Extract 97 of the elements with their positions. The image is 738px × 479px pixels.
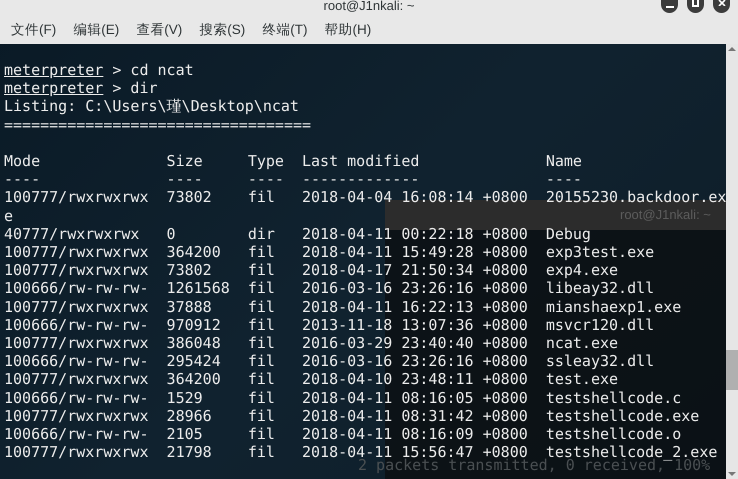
table-cell-text: fil [248, 388, 276, 407]
table-cell-text: 100777/rwxrwxrwx [4, 406, 150, 426]
terminal-line: ================================== [4, 116, 312, 134]
header-underline: ---- [248, 170, 285, 188]
window-title: root@J1nkali: ~ [324, 0, 414, 11]
table-cell-text: dir [248, 224, 276, 244]
column-header: Size [166, 152, 204, 170]
menu-item[interactable]: 编辑(E) [73, 20, 120, 41]
scroll-up-icon[interactable] [728, 47, 736, 51]
menu-item[interactable]: 文件(F) [11, 20, 56, 41]
table-cell: 20155230.backdoor.ex [546, 188, 726, 207]
table-cell-text: 37888 [166, 298, 213, 316]
table-cell-text: 100666/rw-rw-rw- [4, 316, 150, 334]
table-cell-text: 2013-11-18 13:07:36 +0800 [302, 316, 529, 334]
column-header: Type [248, 152, 285, 170]
table-cell-text: fil [248, 425, 276, 444]
table-cell-text: 2018-04-04 16:08:14 +0800 [302, 188, 529, 207]
table-cell-text: fil [248, 298, 276, 316]
table-cell-text: 2018-04-17 21:50:34 +0800 [302, 261, 529, 280]
table-cell-text: ssleay32.dll [546, 352, 656, 370]
table-cell-text: Debug [546, 224, 592, 244]
table-cell-text: fil [248, 406, 276, 426]
table-cell-text: fil [248, 443, 276, 462]
table-cell-text: fil [248, 352, 276, 370]
table-cell-text: testshellcode.o [546, 425, 682, 444]
table-cell-text: 364200 [166, 370, 222, 389]
table-cell-text: 2016-03-29 23:40:40 +0800 [302, 334, 529, 352]
table-cell-text: 2018-04-10 23:48:11 +0800 [302, 370, 529, 389]
wrapped-text: e [4, 206, 14, 225]
table-cell-text: 295424 [166, 352, 222, 370]
table-cell-text: mianshaexp1.exe [546, 298, 682, 316]
terminal-line: meterpreter > cd ncat [4, 61, 195, 80]
close-button[interactable] [713, 0, 730, 13]
header-underline: ---- [166, 170, 204, 188]
table-cell-text: 2018-04-11 08:16:09 +0800 [302, 425, 529, 444]
table-cell-text: 28966 [166, 406, 213, 426]
table-cell-text: 100777/rwxrwxrwx [4, 243, 150, 262]
column-header: Last modified [302, 152, 420, 170]
table-cell-text: 100777/rwxrwxrwx [4, 334, 150, 352]
table-cell-text: 970912 [166, 316, 222, 334]
table-cell-text: msvcr120.dll [546, 316, 656, 334]
table-cell-text: testshellcode.c [546, 388, 682, 407]
maximize-button[interactable] [687, 0, 704, 13]
table-cell-text: 100666/rw-rw-rw- [4, 352, 150, 370]
table-cell-text: 73802 [166, 188, 213, 207]
table-cell-text: 386048 [166, 334, 222, 352]
column-header: Mode [4, 152, 42, 170]
table-cell-text: 364200 [166, 243, 222, 262]
table-cell-text: 2018-04-11 08:31:42 +0800 [302, 406, 529, 426]
menu-item[interactable]: 查看(V) [136, 20, 182, 41]
table-cell-text: 1261568 [166, 279, 231, 298]
table-cell-text: 100777/rwxrwxrwx [4, 188, 150, 207]
table-cell-text: 2105 [166, 425, 204, 444]
table-cell-text: 100666/rw-rw-rw- [4, 388, 150, 407]
table-cell-text: 100666/rw-rw-rw- [4, 279, 150, 298]
table-cell-text: 2016-03-16 23:26:16 +0800 [302, 352, 529, 370]
minimize-button[interactable] [661, 0, 678, 13]
header-underline: ---- [546, 170, 583, 188]
table-cell-text: test.exe [546, 370, 620, 389]
table-cell-text: 2016-03-16 23:26:16 +0800 [302, 279, 529, 298]
scroll-down-icon[interactable] [728, 472, 736, 476]
table-cell-text: fil [248, 261, 276, 280]
close-icon [718, 0, 726, 6]
header-underline: ------------- [302, 170, 420, 188]
table-cell-text: exp4.exe [546, 261, 620, 280]
table-cell-text: fil [248, 370, 276, 389]
terminal-line: Listing: C:\Users\瑾\Desktop\ncat [4, 97, 300, 116]
table-cell-text: exp3test.exe [546, 243, 656, 262]
table-cell-text: 0 [166, 224, 177, 244]
table-cell-text: 100777/rwxrwxrwx [4, 443, 150, 462]
scroll-thumb[interactable] [726, 350, 738, 390]
menu-item[interactable]: 帮助(H) [324, 20, 372, 41]
table-cell-text: 1529 [166, 388, 204, 407]
table-cell-text: 73802 [166, 261, 213, 280]
table-cell-text: 2018-04-11 15:49:28 +0800 [302, 243, 529, 262]
table-cell-text: fil [248, 243, 276, 262]
table-cell-text: testshellcode.exe [546, 406, 700, 426]
table-cell-text: 100777/rwxrwxrwx [4, 370, 150, 389]
table-cell-text: 2018-04-11 08:16:05 +0800 [302, 388, 529, 407]
table-cell-text: fil [248, 316, 276, 334]
column-header: Name [546, 152, 583, 170]
menu-item[interactable]: 终端(T) [262, 20, 308, 41]
terminal-line: meterpreter > dir [4, 79, 159, 98]
header-underline: ---- [4, 170, 42, 188]
table-cell-text: 100777/rwxrwxrwx [4, 261, 150, 280]
table-cell-text: 2018-04-11 16:22:13 +0800 [302, 298, 529, 316]
table-cell-text: 100666/rw-rw-rw- [4, 425, 150, 444]
table-cell-text: 40777/rwxrwxrwx [4, 224, 140, 244]
table-cell-text: fil [248, 188, 276, 207]
table-cell-text: 100777/rwxrwxrwx [4, 298, 150, 316]
menu-item[interactable]: 搜索(S) [199, 20, 246, 41]
table-cell-text: fil [248, 334, 276, 352]
table-cell-text: ncat.exe [546, 334, 620, 352]
table-cell-text: 2018-04-11 00:22:18 +0800 [302, 224, 529, 244]
table-cell-text: fil [248, 279, 276, 298]
table-cell-text: 21798 [166, 443, 213, 462]
table-cell-text: libeay32.dll [546, 279, 656, 298]
